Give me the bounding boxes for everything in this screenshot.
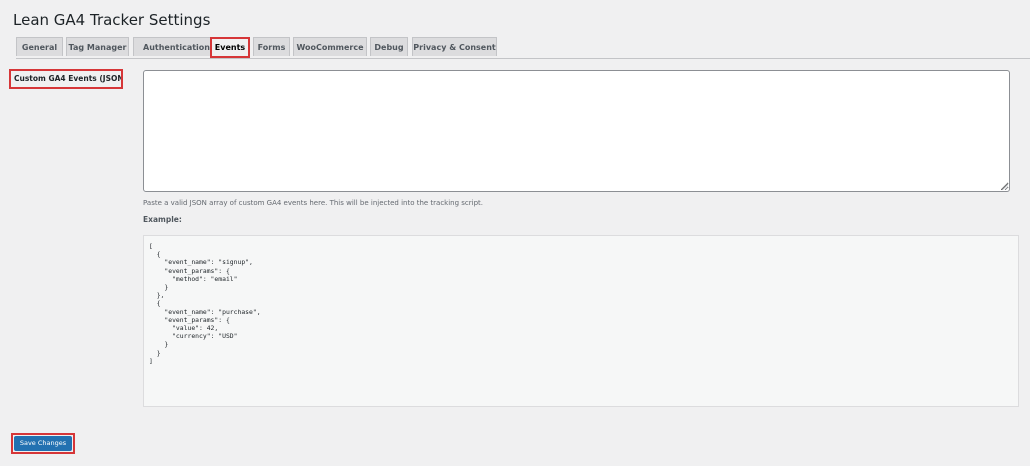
- tab-tag-manager[interactable]: Tag Manager: [66, 37, 129, 56]
- tab-events[interactable]: Events: [210, 37, 250, 58]
- tab-general[interactable]: General: [16, 37, 63, 56]
- example-heading: Example:: [143, 215, 182, 224]
- example-code-block: [ { "event_name": "signup", "event_param…: [143, 235, 1019, 407]
- tab-forms[interactable]: Forms: [253, 37, 290, 56]
- tab-authentication[interactable]: Authentication: [133, 37, 220, 56]
- settings-page: Lean GA4 Tracker Settings General Tag Ma…: [0, 0, 1030, 466]
- save-button-highlight: Save Changes: [11, 433, 75, 454]
- tab-debug[interactable]: Debug: [370, 37, 408, 56]
- custom-events-textarea[interactable]: [143, 70, 1010, 192]
- settings-tabs: General Tag Manager Authentication Event…: [16, 37, 1030, 59]
- save-changes-button[interactable]: Save Changes: [14, 436, 72, 451]
- resize-handle-icon[interactable]: [1001, 183, 1008, 190]
- custom-events-label: Custom GA4 Events (JSON): [9, 69, 123, 89]
- tab-privacy-consent[interactable]: Privacy & Consent: [412, 37, 497, 56]
- page-title: Lean GA4 Tracker Settings: [13, 11, 211, 29]
- tab-woocommerce[interactable]: WooCommerce: [293, 37, 367, 56]
- field-description: Paste a valid JSON array of custom GA4 e…: [143, 199, 484, 207]
